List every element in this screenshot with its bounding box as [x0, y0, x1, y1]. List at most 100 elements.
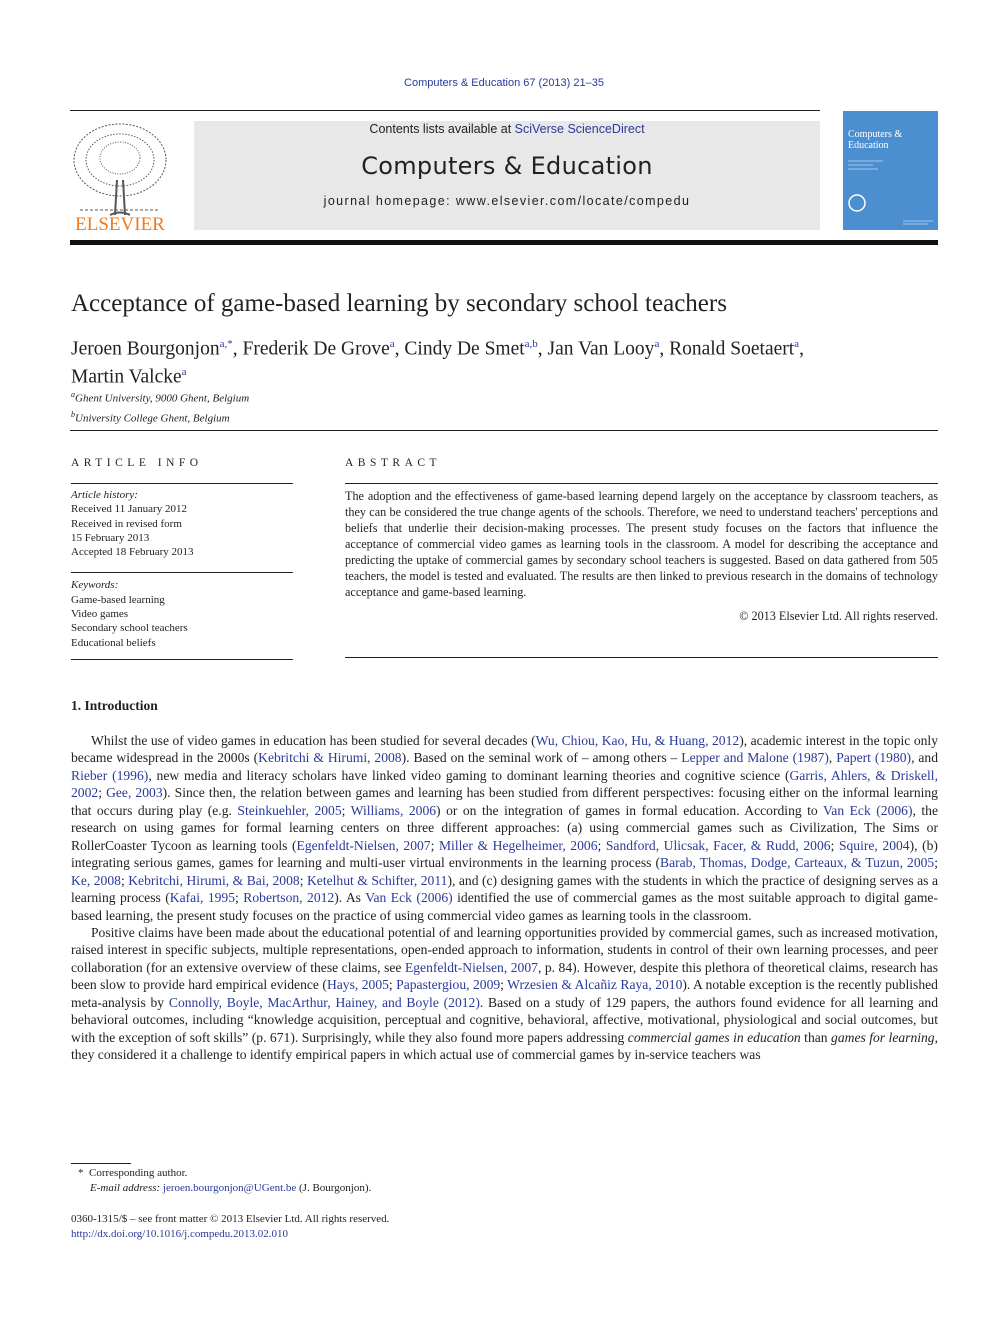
- citation-link[interactable]: Robertson, 2012: [243, 890, 334, 905]
- divider: [70, 430, 938, 431]
- citation-link[interactable]: Ketelhut & Schifter, 2011: [307, 873, 447, 888]
- issn: 0360-1315/$ – see front matter © 2013 El…: [71, 1213, 390, 1225]
- divider: [71, 483, 293, 484]
- divider: [70, 110, 820, 111]
- article-title: Acceptance of game-based learning by sec…: [71, 290, 727, 317]
- author-affiliation-marker[interactable]: a: [182, 366, 187, 378]
- emphasis: games for learning: [831, 1029, 935, 1045]
- history-item: Received 11 January 2012: [71, 503, 187, 516]
- section-heading: 1. Introduction: [71, 698, 158, 713]
- keywords-list: Game-based learning Video games Secondary …: [71, 593, 293, 650]
- journal-citation[interactable]: Computers & Education 67 (2013) 21–35: [0, 77, 992, 89]
- citation-link[interactable]: Ke, 2008: [71, 873, 121, 888]
- author-name[interactable]: Frederik De Grove: [242, 339, 389, 360]
- citation-link[interactable]: Connolly, Boyle, MacArthur, Hainey, and …: [169, 995, 480, 1010]
- citation-link[interactable]: Steinkuehler, 2005: [237, 803, 341, 818]
- paragraph: Positive claims have been made about the…: [71, 924, 938, 1064]
- citation-link[interactable]: Egenfeldt-Nielsen, 2007: [405, 960, 538, 975]
- author-name[interactable]: Jan Van Looy: [548, 339, 655, 360]
- affiliation-text: University College Ghent, Belgium: [75, 412, 230, 425]
- text-run: ) or on the integration of games in form…: [436, 802, 823, 818]
- abstract: The adoption and the effectiveness of ga…: [345, 488, 938, 624]
- text-run: ;: [430, 837, 439, 853]
- text-run: ;: [98, 785, 107, 801]
- citation-link[interactable]: Egenfeldt-Nielsen, 2007: [297, 838, 431, 853]
- text-run: ;: [830, 837, 839, 853]
- footnote-divider: [71, 1163, 131, 1164]
- citation-link[interactable]: Computers & Education 67 (2013) 21–35: [404, 77, 604, 89]
- text-run: ;: [934, 855, 939, 871]
- copyright: © 2013 Elsevier Ltd. All rights reserved…: [739, 609, 938, 623]
- abstract-text: The adoption and the effectiveness of ga…: [345, 489, 938, 599]
- text-run: ;: [597, 837, 606, 853]
- keywords-label: Keywords:: [71, 579, 119, 592]
- citation-link[interactable]: Barab, Thomas, Dodge, Carteaux, & Tuzun,…: [660, 855, 934, 870]
- author-affiliation-marker[interactable]: a,b: [525, 338, 538, 350]
- text-run: ). As: [334, 890, 366, 906]
- citation-link[interactable]: Van Eck (2006): [365, 890, 452, 905]
- citation-link[interactable]: Kafai, 1995: [170, 890, 235, 905]
- affiliation: aGhent University, 9000 Ghent, Belgium: [71, 387, 249, 407]
- citation-link[interactable]: Gee, 2003: [106, 785, 163, 800]
- article-info: Article history: Received 11 January 201…: [71, 488, 293, 660]
- email-owner: (J. Bourgonjon).: [296, 1182, 372, 1194]
- article-info-heading: ARTICLE INFO: [71, 457, 203, 469]
- email-link[interactable]: jeroen.bourgonjon@UGent.be: [163, 1182, 296, 1194]
- author-name[interactable]: Martin Valcke: [71, 366, 182, 387]
- text-run: than: [800, 1029, 832, 1045]
- text-run: Whilst the use of video games in educati…: [91, 733, 536, 748]
- author-affiliation-marker[interactable]: a: [390, 338, 395, 350]
- citation-link[interactable]: Papert (1980): [836, 750, 911, 765]
- keyword: Video games: [71, 608, 129, 621]
- citation-link[interactable]: Squire, 2004: [839, 838, 910, 853]
- divider: [345, 483, 938, 484]
- citation-link[interactable]: Sandford, Ulicsak, Facer, & Rudd, 2006: [606, 838, 831, 853]
- homepage-label: journal homepage:: [323, 194, 456, 208]
- homepage-link[interactable]: www.elsevier.com/locate/compedu: [456, 194, 690, 208]
- text-run: ;: [299, 872, 307, 888]
- author-affiliation-marker[interactable]: a,*: [220, 338, 233, 350]
- divider: [345, 657, 938, 658]
- citation-link[interactable]: Wu, Chiou, Kao, Hu, & Huang, 2012: [536, 733, 740, 748]
- journal-banner: Contents lists available at SciVerse Sci…: [194, 121, 820, 230]
- author-affiliation-marker[interactable]: a: [794, 338, 799, 350]
- affiliations: aGhent University, 9000 Ghent, Belgium bU…: [71, 387, 249, 426]
- text-run: ;: [341, 802, 351, 818]
- text-run: , new media and literacy scholars have l…: [148, 767, 790, 783]
- citation-link[interactable]: Wrzesien & Alcañiz Raya, 2010: [507, 977, 682, 992]
- journal-title: Computers & Education: [361, 152, 653, 180]
- citation-link[interactable]: Kebritchi & Hirumi, 2008: [258, 750, 401, 765]
- citation-link[interactable]: Rieber (1996): [71, 768, 148, 783]
- citation-link[interactable]: Papastergiou, 2009: [396, 977, 500, 992]
- emphasis: commercial games in education: [627, 1029, 801, 1045]
- footnote: * Corresponding author. E-mail address: …: [78, 1166, 371, 1196]
- author-affiliation-marker[interactable]: a: [654, 338, 659, 350]
- paragraph: Whilst the use of video games in educati…: [71, 732, 938, 924]
- affiliation: bUniversity College Ghent, Belgium: [71, 407, 249, 427]
- cover-title: Computers & Education: [848, 129, 903, 151]
- citation-link[interactable]: Van Eck (2006): [823, 803, 913, 818]
- divider: [71, 658, 293, 660]
- contents-label: Contents lists available at: [369, 122, 515, 136]
- citation-link[interactable]: Lepper and Malone (1987): [681, 750, 829, 765]
- corresponding-author: Corresponding author.: [89, 1167, 188, 1179]
- history-label: Article history:: [71, 489, 138, 501]
- author-name[interactable]: Jeroen Bourgonjon: [71, 339, 220, 360]
- sciencedirect-link[interactable]: SciVerse ScienceDirect: [515, 122, 645, 136]
- keyword: Game-based learning: [71, 593, 165, 606]
- doi-link[interactable]: http://dx.doi.org/10.1016/j.compedu.2013…: [71, 1228, 288, 1240]
- history-list: Received 11 January 2012 Received in revi…: [71, 502, 293, 559]
- journal-cover-image: Computers & Education: [843, 111, 938, 230]
- citation-link[interactable]: Miller & Hegelheimer, 2006: [439, 838, 598, 853]
- author-list: Jeroen Bourgonjona,*, Frederik De Grovea…: [71, 338, 804, 387]
- history-item: Received in revised form: [71, 517, 182, 530]
- email-label: E-mail address:: [90, 1182, 163, 1194]
- text-run: ). Based on the seminal work of – among …: [401, 750, 682, 766]
- author-name[interactable]: Ronald Soetaert: [669, 339, 794, 360]
- front-matter: 0360-1315/$ – see front matter © 2013 El…: [71, 1212, 389, 1242]
- citation-link[interactable]: Williams, 2006: [351, 803, 436, 818]
- elsevier-logo: ELSEVIER: [70, 120, 170, 235]
- author-name[interactable]: Cindy De Smet: [404, 339, 524, 360]
- citation-link[interactable]: Kebritchi, Hirumi, & Bai, 2008: [128, 873, 299, 888]
- citation-link[interactable]: Hays, 2005: [327, 977, 389, 992]
